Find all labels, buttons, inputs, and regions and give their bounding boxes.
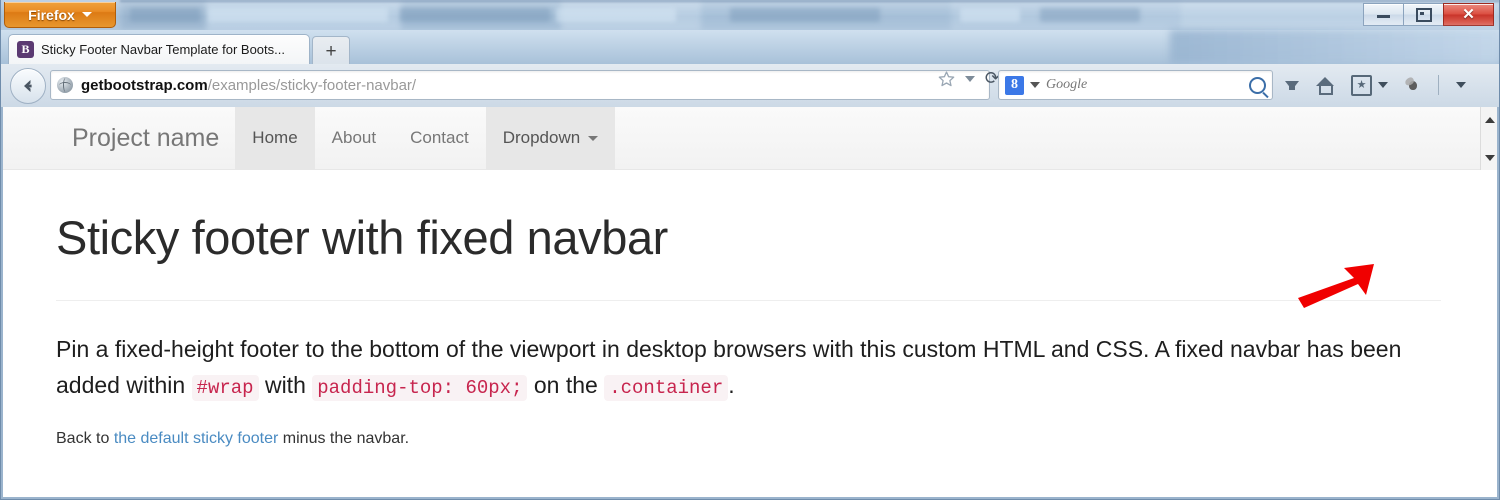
plus-icon: + (325, 40, 337, 62)
tab-strip-background-blur (1170, 30, 1500, 64)
window-controls: ✕ (1363, 3, 1494, 26)
navbar-brand-label: Project name (72, 123, 220, 152)
code-wrap: #wrap (191, 375, 259, 402)
back-suffix-text: minus the navbar. (278, 430, 410, 448)
browser-window: Firefox ✕ B Sticky Footer Navbar Templat… (0, 0, 1500, 500)
chevron-down-icon (81, 12, 92, 17)
minimize-icon (1377, 11, 1390, 18)
back-prefix-text: Back to (56, 430, 114, 448)
nav-item-dropdown-label: Dropdown (502, 128, 581, 147)
nav-item-dropdown[interactable]: Dropdown (485, 107, 616, 169)
back-paragraph: Back to the default sticky footer minus … (56, 427, 1441, 451)
triangle-down-icon (1484, 154, 1495, 161)
search-engine-chevron-down-icon[interactable] (1030, 82, 1040, 88)
lead-text-3: on the (527, 372, 605, 399)
addon-icon (1405, 78, 1421, 92)
home-icon (1316, 77, 1334, 95)
downloads-button[interactable] (1285, 80, 1299, 90)
url-text: getbootstrap.com/examples/sticky-footer-… (81, 77, 983, 94)
background-blur-4 (556, 8, 676, 22)
code-padding-top: padding-top: 60px; (312, 375, 528, 402)
background-blur-3 (400, 8, 550, 22)
restore-icon (1415, 7, 1432, 22)
bookmarks-button[interactable]: ★ (1351, 74, 1372, 96)
browser-tab-active[interactable]: B Sticky Footer Navbar Template for Boot… (8, 34, 310, 64)
search-icon[interactable] (1249, 76, 1266, 94)
triangle-up-icon (1484, 116, 1495, 123)
toolbar-separator (1438, 75, 1439, 95)
close-button[interactable]: ✕ (1443, 3, 1494, 26)
url-path: /examples/sticky-footer-navbar/ (207, 76, 417, 94)
nav-item-about-label: About (331, 128, 377, 147)
scrollbar-up-button[interactable] (1481, 111, 1498, 128)
background-blur-2 (208, 8, 388, 22)
bookmark-star-icon[interactable] (938, 71, 955, 87)
background-blur-6 (960, 8, 1020, 22)
search-input[interactable]: Google (1046, 77, 1243, 93)
firefox-menu-label: Firefox (28, 6, 75, 23)
toolbar-icons: ★ (1285, 70, 1466, 100)
new-tab-button[interactable]: + (312, 36, 350, 65)
navigation-toolbar: getbootstrap.com/examples/sticky-footer-… (0, 64, 1500, 108)
download-icon (1285, 80, 1299, 90)
background-blur-1 (130, 8, 200, 22)
home-button[interactable] (1316, 77, 1334, 95)
back-arrow-icon (24, 80, 32, 92)
restore-button[interactable] (1403, 3, 1444, 26)
lead-text-2: with (258, 372, 313, 399)
red-annotation-arrow (1298, 264, 1374, 308)
lead-text-4: . (728, 372, 735, 399)
search-bar[interactable]: 8 Google (998, 70, 1273, 100)
url-bar-actions: ⟳ (938, 70, 1000, 88)
bootstrap-favicon-icon: B (17, 41, 34, 58)
back-button[interactable] (10, 68, 46, 104)
page-viewport: Project name Home About Contact Dropdown (1, 107, 1498, 499)
minimize-button[interactable] (1363, 3, 1404, 26)
site-navbar: Project name Home About Contact Dropdown (1, 107, 1498, 170)
background-window-edge (120, 0, 1500, 2)
nav-item-home-label: Home (252, 128, 298, 147)
horizontal-rule (56, 299, 1441, 301)
page-scrollbar[interactable] (1480, 107, 1498, 170)
code-container: .container (604, 375, 729, 402)
toolbar-overflow-chevron-down-icon[interactable] (1456, 82, 1466, 88)
google-search-engine-icon[interactable]: 8 (1005, 75, 1024, 95)
background-blur-7 (1040, 8, 1140, 22)
star-glyph (938, 71, 955, 87)
default-sticky-footer-link[interactable]: the default sticky footer (114, 430, 279, 447)
close-icon: ✕ (1462, 6, 1475, 23)
navbar-brand[interactable]: Project name (56, 107, 235, 169)
firefox-menu-button[interactable]: Firefox (4, 2, 116, 28)
tab-strip: B Sticky Footer Navbar Template for Boot… (0, 30, 1500, 65)
nav-item-about[interactable]: About (315, 107, 393, 169)
nav-item-home[interactable]: Home (235, 107, 315, 169)
url-domain: getbootstrap.com (81, 76, 208, 94)
nav-item-contact-label: Contact (410, 128, 469, 147)
navbar-inner: Project name Home About Contact Dropdown (56, 107, 616, 169)
addon-button[interactable] (1405, 78, 1421, 92)
chevron-down-icon (588, 135, 599, 141)
nav-item-contact[interactable]: Contact (393, 107, 486, 169)
bookmarks-star-icon: ★ (1351, 74, 1372, 96)
bookmarks-chevron-down-icon[interactable] (1378, 82, 1388, 88)
background-blur-5 (730, 8, 880, 22)
page-content: Sticky footer with fixed navbar Pin a fi… (56, 212, 1441, 451)
page-title: Sticky footer with fixed navbar (56, 211, 668, 264)
globe-icon (57, 77, 73, 93)
url-bar[interactable]: getbootstrap.com/examples/sticky-footer-… (50, 70, 990, 100)
lead-paragraph: Pin a fixed-height footer to the bottom … (56, 331, 1441, 405)
scrollbar-down-button[interactable] (1481, 149, 1498, 166)
tab-title: Sticky Footer Navbar Template for Boots.… (41, 42, 285, 57)
title-bar: Firefox ✕ (0, 0, 1500, 30)
chevron-down-icon[interactable] (964, 76, 975, 82)
